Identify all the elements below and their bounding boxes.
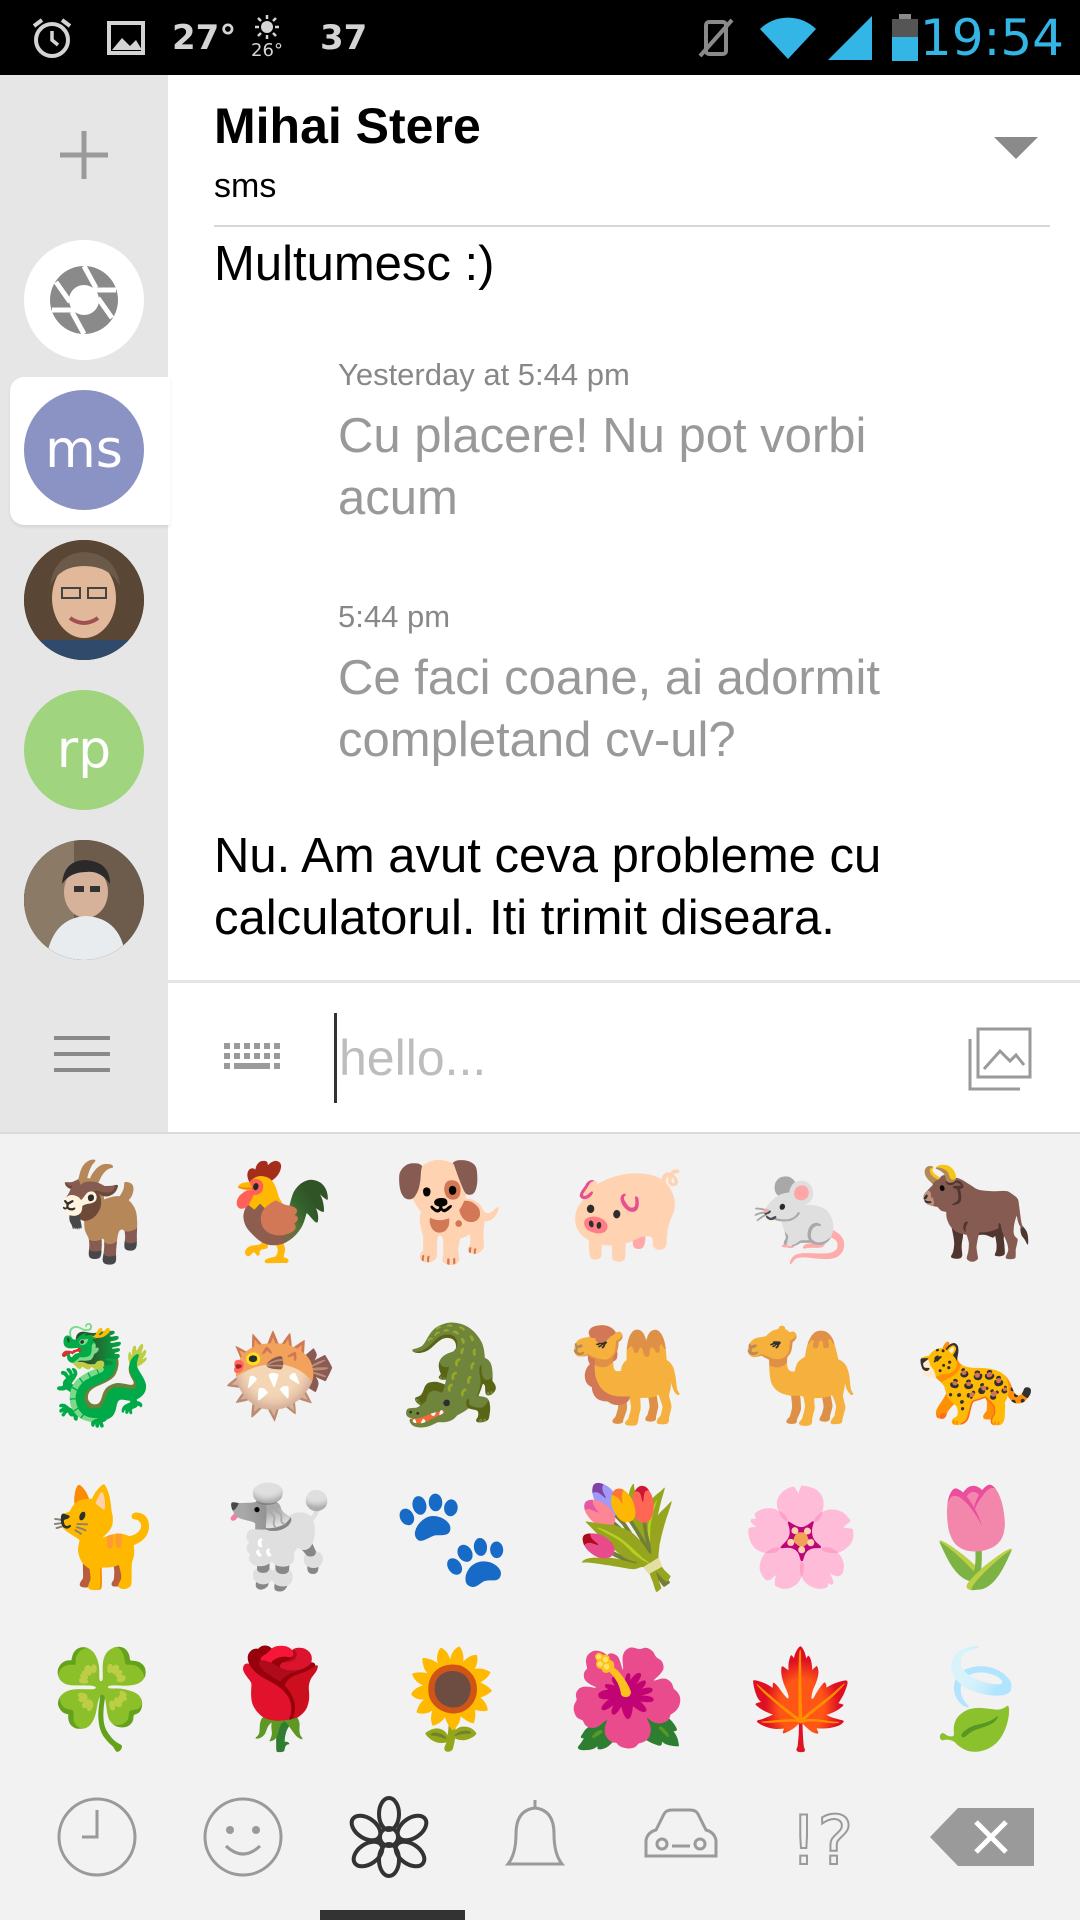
keyboard-icon[interactable]	[222, 1039, 284, 1075]
emoji-cat[interactable]: 🐈	[27, 1462, 177, 1612]
contact-name: Mihai Stere	[214, 98, 481, 154]
emoji-crocodile[interactable]: 🐊	[377, 1300, 527, 1450]
emoji-camel-two-hump[interactable]: 🐫	[552, 1300, 702, 1450]
message-timestamp: Yesterday at 5:44 pm	[338, 357, 630, 392]
contact-channel: sms	[214, 167, 277, 205]
contact-avatar-rp[interactable]: rp	[24, 690, 144, 810]
emoji-ox[interactable]: 🐂	[901, 1137, 1051, 1287]
chevron-down-icon[interactable]	[994, 137, 1038, 159]
message-input[interactable]	[334, 1013, 894, 1103]
emoji-sunflower[interactable]: 🌻	[377, 1624, 527, 1774]
emoji-hibiscus[interactable]: 🌺	[552, 1624, 702, 1774]
signal-icon	[826, 0, 874, 75]
emoji-poodle[interactable]: 🐩	[205, 1462, 355, 1612]
emoji-dog[interactable]: 🐕	[377, 1137, 527, 1287]
notification-count: 37	[320, 17, 368, 58]
emoji-mouse[interactable]: 🐁	[726, 1137, 876, 1287]
selected-category-indicator	[320, 1910, 465, 1920]
emoji-leaves[interactable]: 🍃	[901, 1624, 1051, 1774]
emoji-camel[interactable]: 🐪	[726, 1300, 876, 1450]
recent-icon[interactable]	[52, 1792, 152, 1882]
emoji-blowfish[interactable]: 🐡	[205, 1300, 355, 1450]
emoji-leopard[interactable]: 🐆	[901, 1300, 1051, 1450]
emoji-tulip[interactable]: 🌷	[901, 1462, 1051, 1612]
compose-bar	[168, 983, 1080, 1132]
menu-button[interactable]	[54, 1030, 114, 1078]
image-attach-icon[interactable]	[964, 1025, 1034, 1095]
emoji-dragon[interactable]: 🐉	[27, 1300, 177, 1450]
status-bar: 27° 26° 37 19:54	[0, 0, 1080, 75]
emoji-four-leaf-clover[interactable]: 🍀	[27, 1624, 177, 1774]
forecast-temperature: 26°	[251, 40, 283, 61]
plus-icon	[60, 131, 108, 179]
svg-text:!?: !?	[790, 1802, 853, 1881]
contact-photo-avatar[interactable]	[24, 840, 144, 960]
symbols-icon[interactable]: !?	[782, 1792, 882, 1882]
status-clock: 19:54	[919, 8, 1064, 67]
message-incoming: Ce faci coane, ai adormit completand cv-…	[338, 651, 880, 767]
emoji-rooster[interactable]: 🐓	[205, 1137, 355, 1287]
emoji-bouquet[interactable]: 💐	[552, 1462, 702, 1612]
new-conversation-button[interactable]	[44, 115, 124, 195]
emoji-paw-prints[interactable]: 🐾	[377, 1462, 527, 1612]
message-timestamp: 5:44 pm	[338, 599, 451, 634]
flower-icon[interactable]	[344, 1792, 444, 1882]
message-incoming: Cu placere! Nu pot vorbi acum	[338, 409, 867, 525]
smiley-icon[interactable]	[198, 1792, 298, 1882]
weather-sun-icon: 26°	[250, 0, 284, 75]
emoji-maple-leaf[interactable]: 🍁	[726, 1624, 876, 1774]
backspace-icon[interactable]	[928, 1792, 1048, 1882]
emoji-cherry-blossom[interactable]: 🌸	[726, 1462, 876, 1612]
emoji-goat[interactable]: 🐐	[27, 1137, 177, 1287]
battery-icon	[890, 0, 920, 75]
alarm-icon	[30, 0, 74, 75]
emoji-rose[interactable]: 🌹	[205, 1624, 355, 1774]
message-outgoing: Multumesc :)	[214, 237, 495, 291]
gallery-icon	[106, 0, 146, 75]
message-list[interactable]: Multumesc :) Yesterday at 5:44 pm Cu pla…	[168, 227, 1080, 981]
contact-avatar-ms[interactable]: ms	[24, 390, 144, 510]
camera-contact-avatar[interactable]	[24, 240, 144, 360]
conversation-header[interactable]: Mihai Stere sms	[168, 75, 1080, 227]
contact-photo-avatar[interactable]	[24, 540, 144, 660]
emoji-pig[interactable]: 🐖	[552, 1137, 702, 1287]
camera-shutter-icon	[50, 264, 118, 336]
car-icon[interactable]	[636, 1792, 736, 1882]
wifi-icon	[758, 0, 818, 75]
vibrate-mute-icon	[694, 0, 738, 75]
temperature-text: 27°	[172, 17, 237, 58]
bell-icon[interactable]	[490, 1792, 590, 1882]
message-outgoing: Nu. Am avut ceva probleme cu calculatoru…	[214, 829, 882, 945]
